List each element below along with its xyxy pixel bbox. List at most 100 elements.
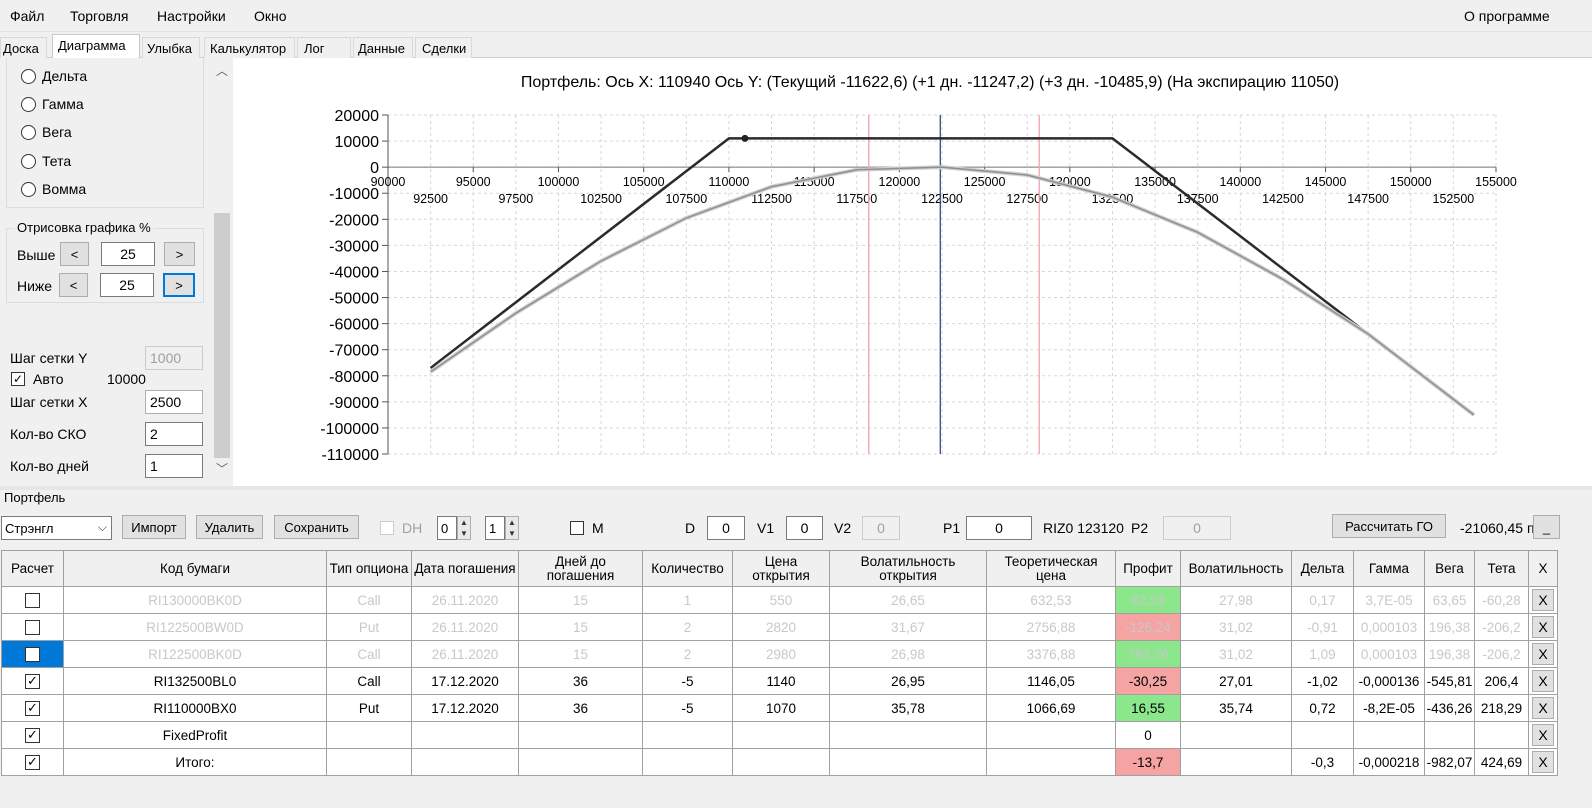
scroll-thumb[interactable] xyxy=(214,213,230,458)
down-arrow-icon[interactable]: ▼ xyxy=(506,528,518,539)
col-delta[interactable]: Дельта xyxy=(1291,550,1354,587)
col-gamma[interactable]: Гамма xyxy=(1353,550,1425,587)
spin2-arrows[interactable]: ▲ ▼ xyxy=(505,516,519,540)
col-vol[interactable]: Волатильность xyxy=(1180,550,1292,587)
spin2-input[interactable]: 1 xyxy=(485,516,505,540)
tab-data[interactable]: Данные xyxy=(353,37,413,58)
cell-calc[interactable]: ✓ xyxy=(1,694,64,722)
v1-input[interactable]: 0 xyxy=(786,516,823,540)
p2-input[interactable]: 0 xyxy=(1163,516,1231,540)
menu-window[interactable]: Окно xyxy=(254,8,287,24)
col-type[interactable]: Тип опциона xyxy=(326,550,412,587)
radio-gamma[interactable]: Гамма xyxy=(21,96,84,112)
up-arrow-icon[interactable]: ▲ xyxy=(458,517,470,528)
radio-circle-icon[interactable] xyxy=(21,153,36,169)
menu-file[interactable]: Файл xyxy=(10,8,44,24)
table-row[interactable]: RI122500BK0D Call 26.11.2020 15 2 2980 26,98 33… xyxy=(1,640,1558,668)
up-arrow-icon[interactable]: ▲ xyxy=(506,517,518,528)
calc-checkbox[interactable]: ✓ xyxy=(25,673,40,689)
col-qty[interactable]: Количество xyxy=(642,550,733,587)
down-arrow-icon[interactable]: ▼ xyxy=(458,528,470,539)
splitter[interactable] xyxy=(0,486,1592,490)
grid-y-input[interactable]: 1000 xyxy=(145,346,203,370)
below-decrease-button[interactable]: < xyxy=(59,273,88,297)
remove-row-button[interactable]: X xyxy=(1532,724,1554,746)
strategy-select[interactable]: Стрэнгл ⌵ xyxy=(1,516,112,540)
spin1-arrows[interactable]: ▲ ▼ xyxy=(457,516,471,540)
radio-circle-icon[interactable] xyxy=(21,68,36,84)
remove-row-button[interactable]: X xyxy=(1532,670,1554,692)
grid-x-input[interactable]: 2500 xyxy=(145,390,203,414)
delete-button[interactable]: Удалить xyxy=(196,515,263,539)
calc-go-button[interactable]: Рассчитать ГО xyxy=(1332,514,1446,538)
below-increase-button[interactable]: > xyxy=(163,273,195,297)
cell-calc[interactable]: ✓ xyxy=(1,667,64,695)
radio-circle-icon[interactable] xyxy=(21,96,36,112)
remove-row-button[interactable]: X xyxy=(1532,589,1554,611)
minimize-panel-button[interactable]: _ xyxy=(1533,515,1560,539)
above-increase-button[interactable]: > xyxy=(164,242,195,266)
save-button[interactable]: Сохранить xyxy=(274,515,359,539)
scroll-up-icon[interactable]: ︿ xyxy=(216,62,228,79)
import-button[interactable]: Импорт xyxy=(122,515,186,539)
table-row[interactable]: RI130000BK0D Call 26.11.2020 15 1 550 26,65 632… xyxy=(1,586,1558,614)
left-panel-scrollbar[interactable]: ︿ ﹀ xyxy=(213,58,231,486)
remove-row-button[interactable]: X xyxy=(1532,616,1554,638)
calc-checkbox[interactable]: ✓ xyxy=(25,754,40,770)
table-row[interactable]: RI122500BW0D Put 26.11.2020 15 2 2820 31,67 275… xyxy=(1,613,1558,641)
payoff-chart[interactable]: Портфель: Ось X: 110940 Ось Y: (Текущий … xyxy=(233,58,1592,486)
menu-settings[interactable]: Настройки xyxy=(157,8,226,24)
tab-log[interactable]: Лог xyxy=(297,37,351,58)
table-row[interactable]: ✓ Итого: -13,7 -0,3 -0,000218 -982,07 424,69 X xyxy=(1,748,1558,776)
radio-theta[interactable]: Тета xyxy=(21,153,71,169)
below-percent-input[interactable]: 25 xyxy=(100,273,154,297)
auto-checkbox[interactable]: ✓ xyxy=(11,372,25,386)
remove-row-button[interactable]: X xyxy=(1532,751,1554,773)
cell-calc[interactable]: ✓ xyxy=(1,721,64,749)
cell-calc[interactable] xyxy=(1,586,64,614)
radio-circle-icon[interactable] xyxy=(21,124,36,140)
cell-calc[interactable] xyxy=(1,640,64,668)
table-row[interactable]: ✓ FixedProfit 0 X xyxy=(1,721,1558,749)
col-vega[interactable]: Вега xyxy=(1424,550,1475,587)
table-row[interactable]: ✓ RI132500BL0 Call 17.12.2020 36 -5 1140 26,95 1… xyxy=(1,667,1558,695)
col-days[interactable]: Дней до погашения xyxy=(518,550,643,587)
spin1-input[interactable]: 0 xyxy=(437,516,457,540)
remove-row-button[interactable]: X xyxy=(1532,697,1554,719)
tab-board[interactable]: Доска xyxy=(0,37,47,58)
tab-diagram[interactable]: Диаграмма xyxy=(52,34,140,59)
col-date[interactable]: Дата погашения xyxy=(411,550,519,587)
col-theta[interactable]: Тета xyxy=(1474,550,1529,587)
sko-input[interactable]: 2 xyxy=(145,422,203,446)
tab-smile[interactable]: Улыбка xyxy=(142,37,200,58)
d-input[interactable]: 0 xyxy=(707,516,745,540)
col-vol-open[interactable]: Волатильность открытия xyxy=(829,550,987,587)
radio-delta[interactable]: Дельта xyxy=(21,68,87,84)
col-price[interactable]: Цена открытия xyxy=(732,550,830,587)
menu-about[interactable]: О программе xyxy=(1464,8,1550,24)
calc-checkbox[interactable]: ✓ xyxy=(25,700,40,716)
cell-calc[interactable]: ✓ xyxy=(1,748,64,776)
radio-circle-icon[interactable] xyxy=(21,181,36,197)
radio-vega[interactable]: Вега xyxy=(21,124,72,140)
dh-checkbox[interactable] xyxy=(380,521,394,535)
above-decrease-button[interactable]: < xyxy=(60,242,89,266)
col-theo[interactable]: Теоретическая цена xyxy=(986,550,1116,587)
v2-input[interactable]: 0 xyxy=(862,516,900,540)
col-profit[interactable]: Профит xyxy=(1115,550,1181,587)
cell-calc[interactable] xyxy=(1,613,64,641)
radio-vomma[interactable]: Вомма xyxy=(21,181,86,197)
table-row[interactable]: ✓ RI110000BX0 Put 17.12.2020 36 -5 1070 35,78 10… xyxy=(1,694,1558,722)
menu-trade[interactable]: Торговля xyxy=(70,8,128,24)
m-checkbox[interactable] xyxy=(570,521,584,535)
calc-checkbox[interactable] xyxy=(25,592,40,608)
scroll-down-icon[interactable]: ﹀ xyxy=(216,460,228,477)
above-percent-input[interactable]: 25 xyxy=(101,242,155,266)
calc-checkbox[interactable] xyxy=(25,646,40,662)
p1-input[interactable]: 0 xyxy=(966,516,1032,540)
calc-checkbox[interactable] xyxy=(25,619,40,635)
tab-deals[interactable]: Сделки xyxy=(415,37,472,58)
days-input[interactable]: 1 xyxy=(145,454,203,478)
col-code[interactable]: Код бумаги xyxy=(63,550,327,587)
col-calc[interactable]: Расчет xyxy=(1,550,64,587)
